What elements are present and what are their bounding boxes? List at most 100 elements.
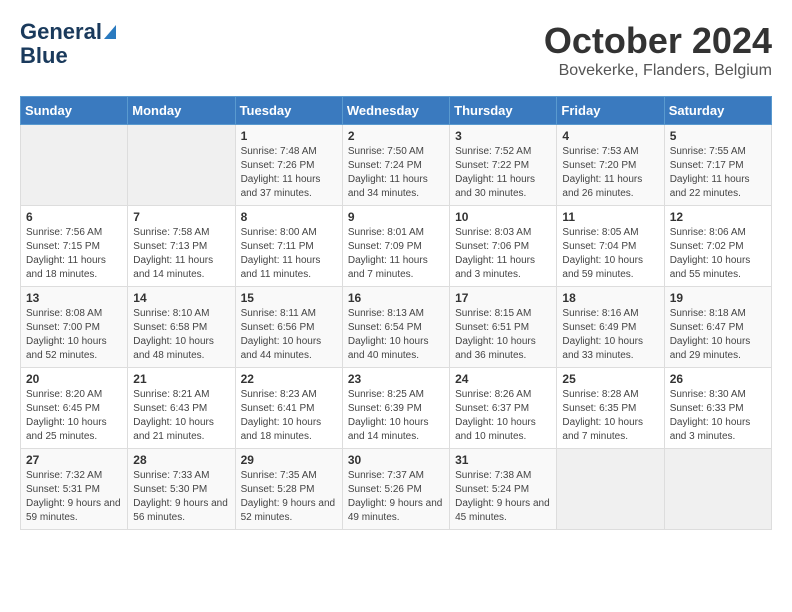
day-info: Sunrise: 7:38 AM Sunset: 5:24 PM Dayligh… (455, 469, 551, 525)
header-tuesday: Tuesday (235, 97, 342, 125)
calendar-cell: 28 Sunrise: 7:33 AM Sunset: 5:30 PM Dayli… (128, 449, 235, 530)
calendar-cell: 3 Sunrise: 7:52 AM Sunset: 7:22 PM Daylig… (450, 125, 557, 206)
day-info: Sunrise: 8:16 AM Sunset: 6:49 PM Dayligh… (562, 307, 658, 363)
day-number: 15 (241, 291, 337, 305)
calendar-cell: 27Sunrise: 7:32 AM Sunset: 5:31 PM Dayli… (21, 449, 128, 530)
day-info: Sunrise: 7:52 AM Sunset: 7:22 PM Dayligh… (455, 145, 551, 201)
day-info: Sunrise: 8:06 AM Sunset: 7:02 PM Dayligh… (670, 226, 766, 282)
day-number: 18 (562, 291, 658, 305)
day-number: 22 (241, 372, 337, 386)
day-number: 12 (670, 210, 766, 224)
calendar-cell: 14 Sunrise: 8:10 AM Sunset: 6:58 PM Dayli… (128, 287, 235, 368)
day-info: Sunrise: 7:55 AM Sunset: 7:17 PM Dayligh… (670, 145, 766, 201)
calendar-table: SundayMondayTuesdayWednesdayThursdayFrid… (20, 96, 772, 530)
calendar-week-row: 1 Sunrise: 7:48 AM Sunset: 7:26 PM Daylig… (21, 125, 772, 206)
title-area: October 2024 Bovekerke, Flanders, Belgiu… (544, 20, 772, 80)
header-friday: Friday (557, 97, 664, 125)
day-info: Sunrise: 8:23 AM Sunset: 6:41 PM Dayligh… (241, 388, 337, 444)
calendar-cell: 25Sunrise: 8:28 AM Sunset: 6:35 PM Dayli… (557, 368, 664, 449)
calendar-cell: 26Sunrise: 8:30 AM Sunset: 6:33 PM Dayli… (664, 368, 771, 449)
calendar-cell (664, 449, 771, 530)
header-wednesday: Wednesday (342, 97, 449, 125)
day-info: Sunrise: 7:32 AM Sunset: 5:31 PM Dayligh… (26, 469, 122, 525)
day-number: 28 (133, 453, 229, 467)
calendar-cell (557, 449, 664, 530)
day-info: Sunrise: 7:56 AM Sunset: 7:15 PM Dayligh… (26, 226, 122, 282)
day-number: 14 (133, 291, 229, 305)
logo: General Blue (20, 20, 116, 68)
day-info: Sunrise: 8:26 AM Sunset: 6:37 PM Dayligh… (455, 388, 551, 444)
day-info: Sunrise: 7:48 AM Sunset: 7:26 PM Dayligh… (241, 145, 337, 201)
day-number: 19 (670, 291, 766, 305)
calendar-cell: 21 Sunrise: 8:21 AM Sunset: 6:43 PM Dayli… (128, 368, 235, 449)
day-number: 8 (241, 210, 337, 224)
day-info: Sunrise: 8:13 AM Sunset: 6:54 PM Dayligh… (348, 307, 444, 363)
calendar-cell: 30 Sunrise: 7:37 AM Sunset: 5:26 PM Dayli… (342, 449, 449, 530)
day-number: 29 (241, 453, 337, 467)
day-number: 17 (455, 291, 551, 305)
day-info: Sunrise: 7:35 AM Sunset: 5:28 PM Dayligh… (241, 469, 337, 525)
calendar-cell: 5Sunrise: 7:55 AM Sunset: 7:17 PM Daylig… (664, 125, 771, 206)
day-number: 21 (133, 372, 229, 386)
calendar-cell: 24 Sunrise: 8:26 AM Sunset: 6:37 PM Dayli… (450, 368, 557, 449)
day-number: 13 (26, 291, 122, 305)
calendar-header-row: SundayMondayTuesdayWednesdayThursdayFrid… (21, 97, 772, 125)
calendar-cell: 12 Sunrise: 8:06 AM Sunset: 7:02 PM Dayli… (664, 206, 771, 287)
calendar-cell: 31 Sunrise: 7:38 AM Sunset: 5:24 PM Dayli… (450, 449, 557, 530)
day-info: Sunrise: 7:37 AM Sunset: 5:26 PM Dayligh… (348, 469, 444, 525)
day-number: 24 (455, 372, 551, 386)
day-number: 16 (348, 291, 444, 305)
calendar-cell: 20 Sunrise: 8:20 AM Sunset: 6:45 PM Dayli… (21, 368, 128, 449)
calendar-cell: 15Sunrise: 8:11 AM Sunset: 6:56 PM Dayli… (235, 287, 342, 368)
day-number: 1 (241, 129, 337, 143)
day-info: Sunrise: 8:03 AM Sunset: 7:06 PM Dayligh… (455, 226, 551, 282)
calendar-cell: 8 Sunrise: 8:00 AM Sunset: 7:11 PM Daylig… (235, 206, 342, 287)
day-info: Sunrise: 7:58 AM Sunset: 7:13 PM Dayligh… (133, 226, 229, 282)
calendar-cell: 17 Sunrise: 8:15 AM Sunset: 6:51 PM Dayli… (450, 287, 557, 368)
calendar-cell (128, 125, 235, 206)
day-info: Sunrise: 8:20 AM Sunset: 6:45 PM Dayligh… (26, 388, 122, 444)
day-number: 9 (348, 210, 444, 224)
day-info: Sunrise: 8:05 AM Sunset: 7:04 PM Dayligh… (562, 226, 658, 282)
calendar-cell: 4 Sunrise: 7:53 AM Sunset: 7:20 PM Daylig… (557, 125, 664, 206)
day-number: 2 (348, 129, 444, 143)
day-info: Sunrise: 8:00 AM Sunset: 7:11 PM Dayligh… (241, 226, 337, 282)
month-title: October 2024 (544, 20, 772, 62)
day-info: Sunrise: 8:25 AM Sunset: 6:39 PM Dayligh… (348, 388, 444, 444)
day-info: Sunrise: 7:53 AM Sunset: 7:20 PM Dayligh… (562, 145, 658, 201)
calendar-cell: 6 Sunrise: 7:56 AM Sunset: 7:15 PM Daylig… (21, 206, 128, 287)
day-number: 23 (348, 372, 444, 386)
day-number: 31 (455, 453, 551, 467)
calendar-cell: 2Sunrise: 7:50 AM Sunset: 7:24 PM Daylig… (342, 125, 449, 206)
calendar-cell: 9 Sunrise: 8:01 AM Sunset: 7:09 PM Daylig… (342, 206, 449, 287)
header-saturday: Saturday (664, 97, 771, 125)
day-number: 3 (455, 129, 551, 143)
logo-icon (104, 25, 116, 39)
calendar-cell: 13Sunrise: 8:08 AM Sunset: 7:00 PM Dayli… (21, 287, 128, 368)
calendar-week-row: 20 Sunrise: 8:20 AM Sunset: 6:45 PM Dayli… (21, 368, 772, 449)
day-info: Sunrise: 7:33 AM Sunset: 5:30 PM Dayligh… (133, 469, 229, 525)
day-number: 6 (26, 210, 122, 224)
calendar-week-row: 6 Sunrise: 7:56 AM Sunset: 7:15 PM Daylig… (21, 206, 772, 287)
day-info: Sunrise: 8:10 AM Sunset: 6:58 PM Dayligh… (133, 307, 229, 363)
calendar-cell: 18 Sunrise: 8:16 AM Sunset: 6:49 PM Dayli… (557, 287, 664, 368)
calendar-cell: 19Sunrise: 8:18 AM Sunset: 6:47 PM Dayli… (664, 287, 771, 368)
calendar-cell: 1 Sunrise: 7:48 AM Sunset: 7:26 PM Daylig… (235, 125, 342, 206)
calendar-cell: 16 Sunrise: 8:13 AM Sunset: 6:54 PM Dayli… (342, 287, 449, 368)
day-number: 30 (348, 453, 444, 467)
day-number: 26 (670, 372, 766, 386)
day-number: 20 (26, 372, 122, 386)
day-number: 10 (455, 210, 551, 224)
calendar-cell: 22 Sunrise: 8:23 AM Sunset: 6:41 PM Dayli… (235, 368, 342, 449)
day-info: Sunrise: 8:21 AM Sunset: 6:43 PM Dayligh… (133, 388, 229, 444)
day-info: Sunrise: 8:28 AM Sunset: 6:35 PM Dayligh… (562, 388, 658, 444)
header-monday: Monday (128, 97, 235, 125)
header-thursday: Thursday (450, 97, 557, 125)
day-info: Sunrise: 8:01 AM Sunset: 7:09 PM Dayligh… (348, 226, 444, 282)
calendar-cell: 10 Sunrise: 8:03 AM Sunset: 7:06 PM Dayli… (450, 206, 557, 287)
day-number: 4 (562, 129, 658, 143)
day-info: Sunrise: 8:15 AM Sunset: 6:51 PM Dayligh… (455, 307, 551, 363)
day-number: 7 (133, 210, 229, 224)
calendar-cell: 11Sunrise: 8:05 AM Sunset: 7:04 PM Dayli… (557, 206, 664, 287)
logo-text-general: General (20, 20, 102, 44)
